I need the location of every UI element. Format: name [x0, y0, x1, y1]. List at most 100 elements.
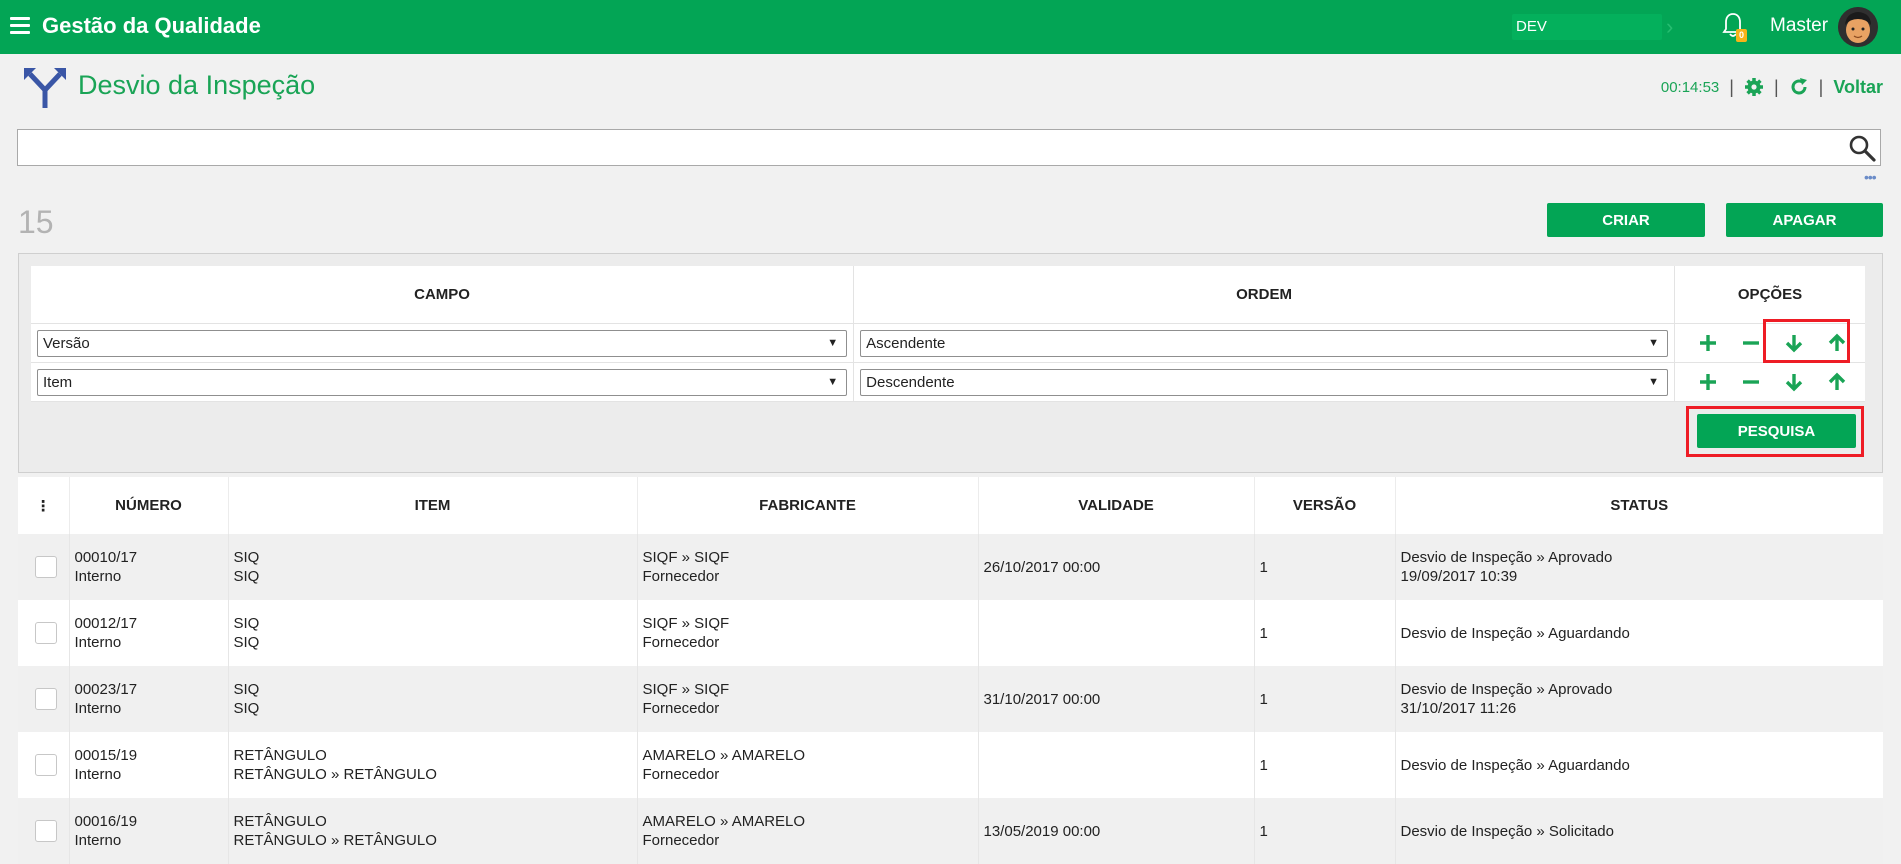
cell-fabricante-type: Fornecedor [642, 832, 720, 849]
caret-down-icon: ▼ [827, 336, 839, 349]
row-menu-icon[interactable]: ⋮ [18, 477, 70, 534]
divider: | [1818, 76, 1824, 97]
cell-origem: Interno [74, 568, 122, 585]
record-count: 15 [18, 204, 54, 240]
order-select[interactable]: Ascendente ▼ [860, 329, 1668, 357]
cell-fabricante-type: Fornecedor [642, 634, 720, 651]
cell-status-date: 31/10/2017 11:26 [1400, 700, 1517, 717]
caret-down-icon: ▼ [1648, 336, 1659, 349]
gear-icon[interactable] [1744, 77, 1764, 97]
cell-fabricante: AMARELO » AMARELO [642, 813, 806, 830]
avatar[interactable] [1838, 7, 1878, 47]
cell-origem: Interno [74, 700, 122, 717]
cell-fabricante: SIQF » SIQF [642, 549, 730, 566]
column-header-status[interactable]: STATUS [1395, 477, 1883, 534]
more-options-icon[interactable]: ••• [1864, 170, 1877, 184]
sort-row: Versão ▼ Ascendente ▼ [31, 323, 1865, 363]
session-timer: 00:14:53 [1660, 78, 1720, 96]
table-row[interactable]: 00010/17 Interno SIQ SIQ SIQF » SIQF Fornec… [18, 534, 1883, 600]
move-down-button[interactable] [1773, 370, 1816, 394]
table-row[interactable]: 00015/19 Interno RETÂNGULO RETÂNGULO » RET… [18, 732, 1883, 798]
search-icon[interactable] [1848, 134, 1876, 162]
cell-status: Desvio de Inspeção » Aguardando [1400, 756, 1630, 774]
sort-panel: CAMPO ORDEM OPÇÕES Versão ▼ Ascendente ▼ [18, 253, 1883, 473]
cell-numero: 00012/17 [74, 615, 138, 632]
refresh-icon[interactable] [1789, 77, 1809, 97]
column-header-numero[interactable]: NÚMERO [69, 477, 229, 534]
cell-versao: 1 [1259, 756, 1268, 774]
table-row[interactable]: 00016/19 Interno RETÂNGULO RETÂNGULO » RET… [18, 798, 1883, 864]
cell-status: Desvio de Inspeção » Aguardando [1400, 624, 1630, 642]
cell-item-detail: SIQ [233, 634, 260, 651]
row-checkbox[interactable] [34, 622, 57, 644]
column-header-field: CAMPO [31, 266, 855, 324]
row-checkbox[interactable] [34, 556, 57, 578]
remove-row-button[interactable] [1730, 370, 1773, 394]
cell-fabricante: SIQF » SIQF [642, 681, 730, 698]
column-header-versao[interactable]: VERSÃO [1254, 477, 1396, 534]
table-row[interactable]: 00012/17 Interno SIQ SIQ SIQF » SIQF Fornec… [18, 600, 1883, 666]
column-header-validade[interactable]: VALIDADE [978, 477, 1255, 534]
highlight-box [1763, 319, 1850, 363]
order-select[interactable]: Descendente ▼ [860, 368, 1668, 396]
cell-origem: Interno [74, 634, 122, 651]
cell-item: SIQ [233, 549, 260, 566]
field-select[interactable]: Versão ▼ [37, 329, 848, 357]
column-header-fabricante[interactable]: FABRICANTE [637, 477, 979, 534]
minus-icon [1743, 380, 1760, 384]
search-input[interactable] [24, 134, 1828, 163]
row-checkbox[interactable] [34, 688, 57, 710]
minus-icon [1743, 341, 1760, 345]
cell-status: Desvio de Inspeção » Solicitado [1400, 822, 1614, 840]
divider: | [1729, 76, 1734, 97]
cell-validade: 13/05/2019 00:00 [983, 822, 1101, 840]
cell-origem: Interno [74, 832, 122, 849]
plus-icon [1700, 374, 1717, 390]
column-header-options: OPÇÕES [1674, 266, 1865, 324]
fork-arrows-icon [24, 68, 66, 108]
cell-item: RETÂNGULO [233, 813, 327, 830]
cell-fabricante-type: Fornecedor [642, 766, 720, 783]
create-button[interactable]: CRIAR [1547, 203, 1705, 237]
order-select-value: Descendente [866, 373, 955, 391]
delete-button[interactable]: APAGAR [1726, 203, 1883, 237]
hamburger-icon[interactable] [10, 17, 30, 35]
header-tools: 00:14:53 | | | Voltar [1661, 76, 1883, 98]
table-row[interactable]: 00023/17 Interno SIQ SIQ SIQF » SIQF Fornec… [18, 666, 1883, 732]
notification-badge: 0 [1736, 29, 1747, 42]
cell-status-date: 19/09/2017 10:39 [1400, 568, 1518, 585]
move-up-button[interactable] [1816, 370, 1859, 394]
cell-item-detail: SIQ [233, 700, 260, 717]
environment-selector[interactable]: DEV [1512, 14, 1662, 40]
cell-item: SIQ [233, 681, 260, 698]
divider: | [1773, 76, 1779, 97]
cell-versao: 1 [1259, 822, 1268, 840]
cell-versao: 1 [1259, 558, 1268, 576]
chevron-right-icon[interactable]: › [1666, 14, 1673, 40]
cell-fabricante: AMARELO » AMARELO [642, 747, 806, 764]
cell-item-detail: SIQ [233, 568, 260, 585]
field-select[interactable]: Item ▼ [37, 368, 848, 396]
field-select-value: Versão [43, 334, 90, 352]
cell-origem: Interno [74, 766, 122, 783]
page-title: Desvio da Inspeção [78, 70, 316, 100]
add-row-button[interactable] [1687, 331, 1730, 355]
caret-down-icon: ▼ [827, 375, 839, 388]
order-select-value: Ascendente [866, 334, 946, 352]
back-link[interactable]: Voltar [1833, 77, 1883, 98]
row-checkbox[interactable] [34, 820, 57, 842]
cell-item: SIQ [233, 615, 260, 632]
caret-down-icon: ▼ [1648, 375, 1659, 388]
add-row-button[interactable] [1687, 370, 1730, 394]
app-title: Gestão da Qualidade [42, 13, 261, 38]
cell-fabricante-type: Fornecedor [642, 568, 720, 585]
column-header-item[interactable]: ITEM [228, 477, 638, 534]
column-header-order: ORDEM [853, 266, 1675, 324]
plus-icon [1700, 335, 1717, 351]
row-checkbox[interactable] [34, 754, 57, 776]
cell-status: Desvio de Inspeção » Aprovado [1400, 681, 1613, 698]
cell-versao: 1 [1259, 690, 1268, 708]
cell-numero: 00016/19 [74, 813, 138, 830]
cell-item-detail: RETÂNGULO » RETÂNGULO [233, 766, 437, 783]
user-name[interactable]: Master [1770, 15, 1828, 37]
